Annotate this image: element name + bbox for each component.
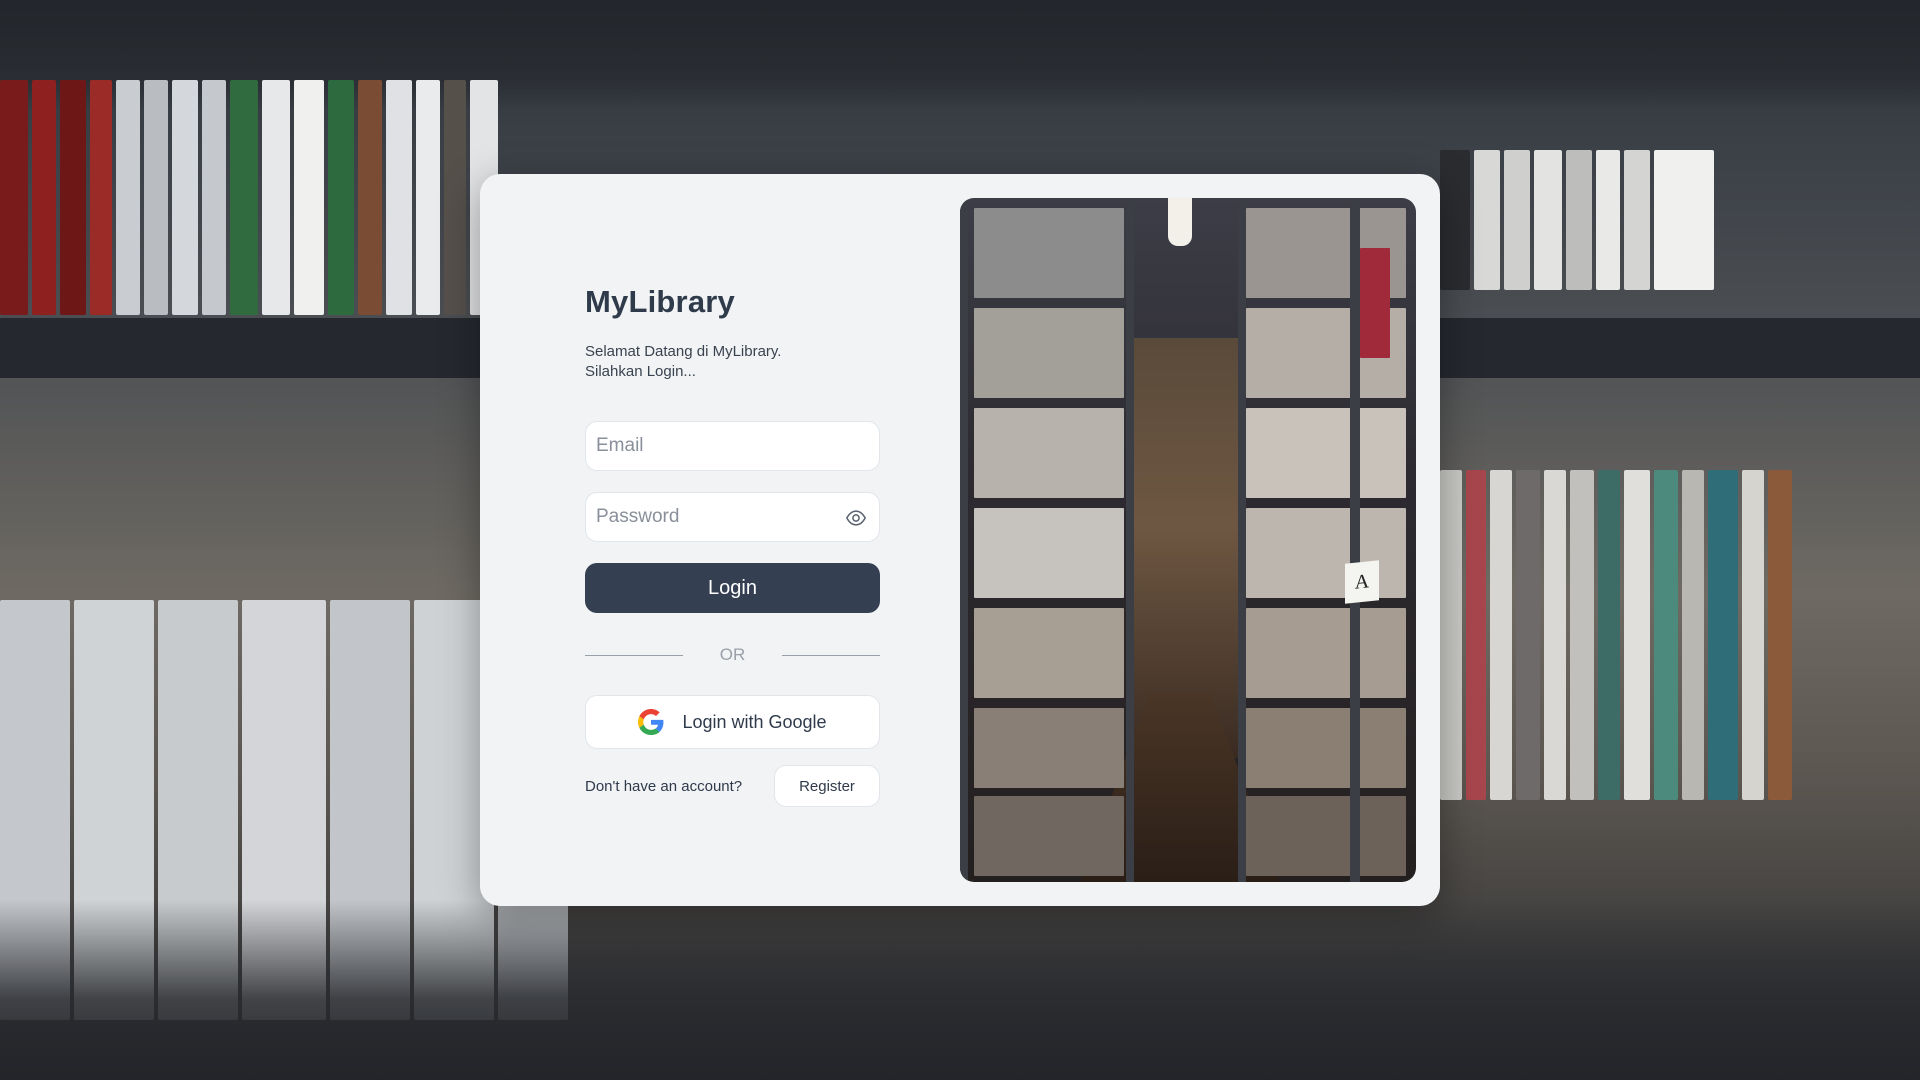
google-logo-icon: [638, 709, 664, 735]
eye-icon[interactable]: [845, 507, 867, 529]
ceiling-light: [1168, 198, 1192, 246]
login-with-google-button[interactable]: Login with Google: [585, 695, 880, 749]
welcome-message: Selamat Datang di MyLibrary. Silahkan Lo…: [585, 342, 880, 382]
app-title: MyLibrary: [585, 284, 735, 319]
background-bottom-shade: [0, 900, 1920, 1080]
login-form: MyLibrary Selamat Datang di MyLibrary. S…: [585, 284, 880, 807]
library-aisle-image: A: [960, 198, 1416, 882]
left-bookshelf: [960, 198, 1140, 882]
password-field-wrapper: [585, 492, 880, 542]
right-bookshelf: [1230, 198, 1416, 882]
background-right-books: [1440, 150, 1920, 290]
password-input[interactable]: [586, 493, 879, 541]
google-button-label: Login with Google: [682, 711, 827, 732]
welcome-line-1: Selamat Datang di MyLibrary.: [585, 343, 782, 360]
register-row: Don't have an account? Register: [585, 765, 880, 807]
register-button[interactable]: Register: [774, 765, 880, 807]
email-field-wrapper: [585, 421, 880, 471]
account-question: Don't have an account?: [585, 777, 743, 795]
shelf-label-a: A: [1345, 560, 1379, 604]
welcome-line-2: Silahkan Login...: [585, 363, 696, 380]
login-button[interactable]: Login: [585, 563, 880, 613]
login-card: MyLibrary Selamat Datang di MyLibrary. S…: [480, 174, 1440, 906]
or-divider: OR: [585, 645, 880, 665]
divider-line-right: [782, 655, 880, 656]
email-input[interactable]: [586, 422, 879, 470]
